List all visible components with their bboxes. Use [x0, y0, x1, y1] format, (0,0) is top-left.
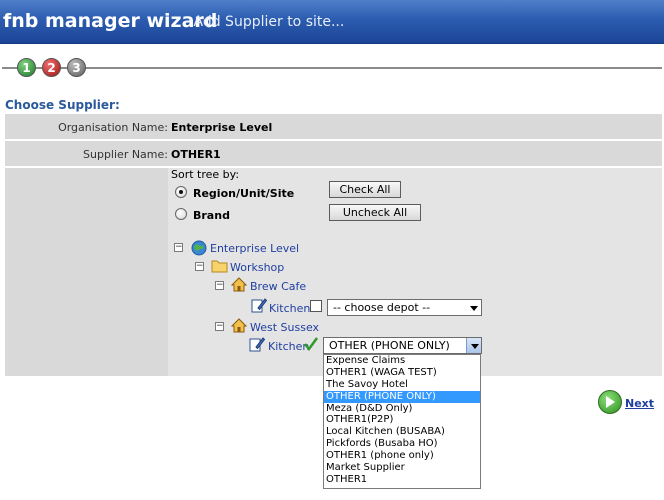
kitchen-brew-cafe-checkbox[interactable]	[310, 300, 322, 312]
collapse-workshop-icon[interactable]: −	[195, 262, 204, 271]
section-title: Choose Supplier:	[5, 98, 120, 112]
depot-select-west-sussex[interactable]: OTHER (PHONE ONLY)	[323, 337, 482, 354]
radio-region-label[interactable]: Region/Unit/Site	[193, 187, 294, 200]
edit-icon	[251, 298, 267, 313]
tree-node-brew-cafe[interactable]: Brew Cafe	[250, 280, 306, 293]
collapse-enterprise-icon[interactable]: −	[174, 243, 183, 252]
organisation-row: Organisation Name: Enterprise Level	[5, 114, 662, 139]
home-icon	[231, 318, 247, 333]
dropdown-option[interactable]: Market Supplier	[324, 462, 480, 474]
depot-select-value: OTHER (PHONE ONLY)	[329, 339, 450, 352]
chevron-down-icon[interactable]	[466, 338, 481, 353]
sort-tree-label: Sort tree by:	[171, 168, 240, 181]
next-arrow-icon[interactable]	[598, 390, 622, 414]
next-link[interactable]: Next	[625, 397, 654, 410]
tree-node-workshop[interactable]: Workshop	[230, 261, 284, 274]
dropdown-option[interactable]: OTHER1 (phone only)	[324, 450, 480, 462]
radio-brand-label[interactable]: Brand	[193, 209, 230, 222]
supplier-label: Supplier Name:	[83, 148, 168, 161]
tree-node-west-sussex[interactable]: West Sussex	[250, 321, 319, 334]
title-bar: fnb manager wizard - Add Supplier to sit…	[0, 0, 664, 44]
folder-icon	[211, 260, 228, 273]
tree-node-enterprise-level[interactable]: Enterprise Level	[210, 242, 299, 255]
collapse-west-sussex-icon[interactable]: −	[215, 322, 224, 331]
organisation-value: Enterprise Level	[171, 121, 273, 134]
uncheck-all-button[interactable]: Uncheck All	[329, 204, 421, 221]
dropdown-option[interactable]: Pickfords (Busaba HO)	[324, 438, 480, 450]
dropdown-option[interactable]: Expense Claims	[324, 355, 480, 367]
depot-select-value: -- choose depot --	[333, 301, 431, 314]
chevron-down-icon[interactable]	[466, 300, 481, 315]
dropdown-option-selected[interactable]: OTHER (PHONE ONLY)	[324, 390, 480, 403]
tree-label-column	[5, 168, 168, 376]
wizard-subtitle: - Add Supplier to site...	[184, 14, 345, 30]
check-all-button[interactable]: Check All	[329, 181, 401, 198]
tree-node-kitchen-brew-cafe[interactable]: Kitchen	[269, 302, 310, 315]
step-3-indicator: 3	[67, 58, 86, 77]
supplier-value: OTHER1	[171, 148, 221, 161]
globe-icon	[191, 240, 207, 256]
dropdown-option[interactable]: OTHER1	[324, 474, 480, 486]
dropdown-option[interactable]: OTHER1 (WAGA TEST)	[324, 367, 480, 379]
edit-icon	[249, 337, 265, 352]
collapse-brew-cafe-icon[interactable]: −	[215, 281, 224, 290]
step-2-indicator: 2	[42, 58, 61, 77]
home-icon	[231, 277, 247, 292]
dropdown-option[interactable]: Local Kitchen (BUSABA)	[324, 426, 480, 438]
depot-dropdown-list: Expense Claims OTHER1 (WAGA TEST) The Sa…	[323, 354, 481, 489]
dropdown-option[interactable]: OTHER1(P2P)	[324, 414, 480, 426]
radio-region-unit-site[interactable]	[175, 186, 187, 198]
step-1-indicator: 1	[17, 58, 36, 77]
organisation-label: Organisation Name:	[58, 121, 168, 134]
depot-select-brew-cafe[interactable]: -- choose depot --	[327, 299, 482, 316]
check-icon[interactable]	[303, 336, 319, 352]
dropdown-option[interactable]: Meza (D&D Only)	[324, 403, 480, 415]
supplier-row: Supplier Name: OTHER1	[5, 141, 662, 166]
dropdown-option[interactable]: The Savoy Hotel	[324, 379, 480, 391]
steps-line	[2, 67, 662, 69]
radio-brand[interactable]	[175, 208, 187, 220]
